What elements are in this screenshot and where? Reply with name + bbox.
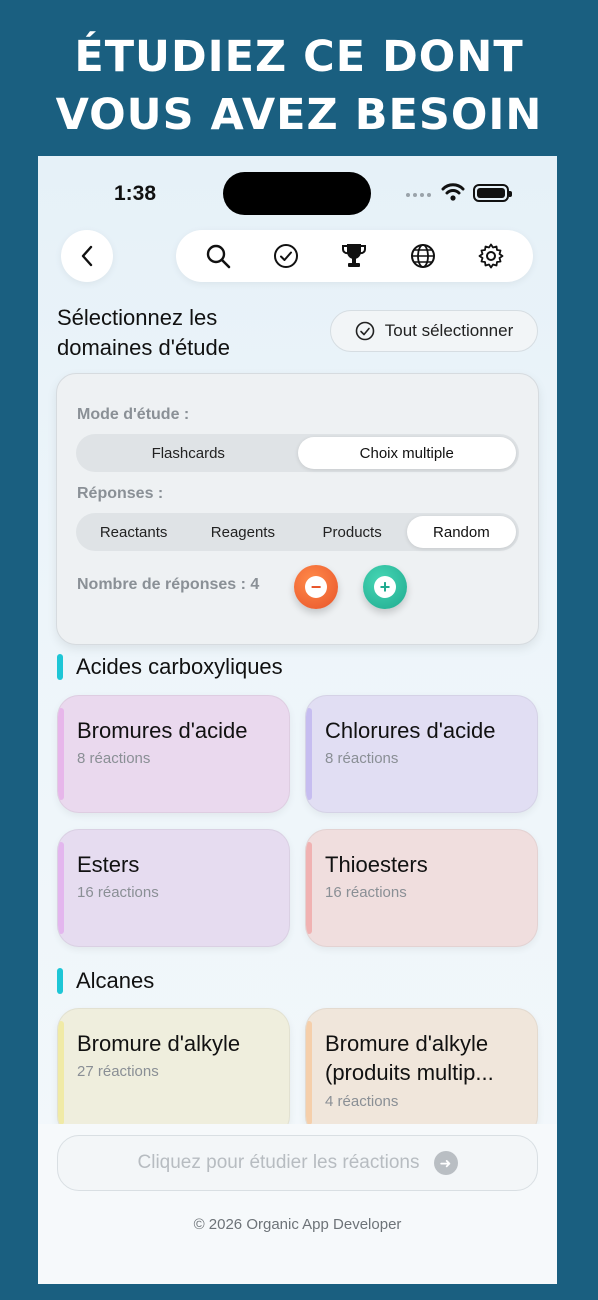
category-accent-bar <box>57 654 63 680</box>
study-mode-flashcards[interactable]: Flashcards <box>79 437 298 469</box>
select-all-button[interactable]: Tout sélectionner <box>330 310 538 352</box>
answers-label: Réponses : <box>77 485 164 502</box>
increase-answers-button[interactable]: + <box>363 565 407 609</box>
settings-button[interactable] <box>471 236 511 276</box>
topic-title: Thioesters <box>325 852 428 877</box>
promo-line-2: VOUS AVEZ BESOIN <box>55 90 543 140</box>
study-reactions-label: Cliquez pour étudier les réactions <box>137 1152 420 1173</box>
arrow-right-icon: ➜ <box>433 1151 458 1175</box>
topic-title: Bromure d'alkyle <box>77 1031 241 1056</box>
study-mode-multiple-choice[interactable]: Choix multiple <box>297 437 516 469</box>
category-title: Acides carboxyliques <box>76 654 283 679</box>
check-circle-icon <box>274 244 299 268</box>
gear-icon <box>478 243 504 269</box>
promo-line-1: ÉTUDIEZ CE DONT <box>74 32 524 82</box>
topic-count: 16 réactions <box>325 884 407 901</box>
battery-icon <box>473 184 512 202</box>
study-settings-card: Mode d'étude : Flashcards Choix multiple… <box>56 373 539 645</box>
trophy-icon <box>342 244 367 267</box>
topic-title: Esters <box>77 852 140 877</box>
search-icon <box>206 244 231 269</box>
dynamic-island <box>223 172 371 215</box>
trophy-button[interactable] <box>334 236 374 276</box>
plus-icon: + <box>374 576 396 598</box>
topic-count: 8 réactions <box>325 750 399 767</box>
topic-card-alkyl-bromide-multiple-products[interactable]: Bromure d'alkyle (produits multip... 4 r… <box>305 1008 538 1138</box>
select-all-label: Tout sélectionner <box>384 321 514 340</box>
study-mode-segmented-control: Flashcards Choix multiple <box>76 434 519 472</box>
topic-count: 16 réactions <box>77 884 159 901</box>
back-icon <box>81 245 93 267</box>
wifi-icon <box>441 183 465 201</box>
category-header-alkanes: Alcanes <box>57 968 154 994</box>
check-circle-icon <box>355 321 375 341</box>
promo-headline: ÉTUDIEZ CE DONT VOUS AVEZ BESOIN <box>0 28 598 144</box>
minus-icon: − <box>305 576 327 598</box>
topic-count: 27 réactions <box>77 1063 159 1080</box>
topic-card-esters[interactable]: Esters 16 réactions <box>57 829 290 947</box>
category-header-carboxylic-acids: Acides carboxyliques <box>57 654 283 680</box>
topic-title: Bromures d'acide <box>77 718 248 743</box>
answers-segmented-control: Reactants Reagents Products Random <box>76 513 519 551</box>
decrease-answers-button[interactable]: − <box>294 565 338 609</box>
answer-option-random[interactable]: Random <box>406 516 516 548</box>
answer-option-reactants[interactable]: Reactants <box>79 516 188 548</box>
top-nav-bar <box>176 230 533 282</box>
page-title: Sélectionnez les domaines d'étude <box>57 305 230 360</box>
status-time: 1:38 <box>114 182 157 205</box>
answer-option-products[interactable]: Products <box>298 516 407 548</box>
topic-card-thioesters[interactable]: Thioesters 16 réactions <box>305 829 538 947</box>
answer-option-reagents[interactable]: Reagents <box>188 516 297 548</box>
study-reactions-button[interactable]: Cliquez pour étudier les réactions ➜ <box>57 1135 538 1191</box>
globe-icon <box>410 244 435 268</box>
category-accent-bar <box>57 968 63 994</box>
footer-copyright: © 2026 Organic App Developer <box>193 1216 402 1233</box>
topic-card-acid-bromides[interactable]: Bromures d'acide 8 réactions <box>57 695 290 813</box>
cellular-signal-icon <box>406 193 431 197</box>
phone-screen: 1:38 Sélectionnez les domaines d'étude T… <box>38 156 557 1284</box>
topic-count: 8 réactions <box>77 750 151 767</box>
answer-count-label: Nombre de réponses : 4 <box>77 576 260 593</box>
topic-title: Bromure d'alkyle (produits multip... <box>325 1031 494 1085</box>
category-title: Alcanes <box>76 968 155 993</box>
topic-title: Chlorures d'acide <box>325 718 496 743</box>
topic-card-acid-chlorides[interactable]: Chlorures d'acide 8 réactions <box>305 695 538 813</box>
language-button[interactable] <box>403 236 443 276</box>
topic-count: 4 réactions <box>325 1093 399 1110</box>
study-mode-label: Mode d'étude : <box>77 406 190 423</box>
back-button[interactable] <box>61 230 113 282</box>
completed-button[interactable] <box>266 236 306 276</box>
search-button[interactable] <box>198 236 238 276</box>
topic-card-alkyl-bromide[interactable]: Bromure d'alkyle 27 réactions <box>57 1008 290 1138</box>
